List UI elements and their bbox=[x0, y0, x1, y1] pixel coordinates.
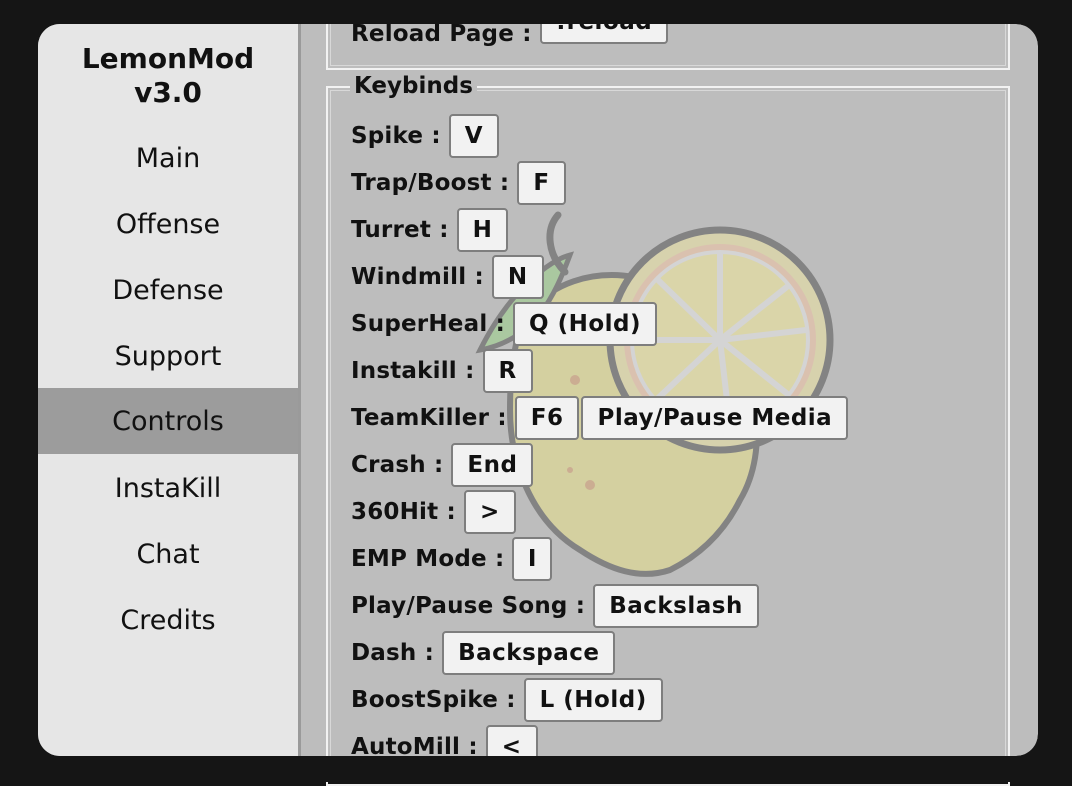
app-title-text: LemonMod v3.0 bbox=[81, 42, 255, 109]
keybind-label: BoostSpike : bbox=[351, 687, 516, 713]
keybind-key-button[interactable]: < bbox=[485, 725, 538, 756]
keybind-row-dash: Dash : Backspace bbox=[351, 631, 616, 675]
keybind-row-spike: Spike : V bbox=[351, 114, 500, 158]
keybind-key-button[interactable]: > bbox=[463, 490, 516, 534]
keybind-label: Windmill : bbox=[351, 264, 484, 290]
keybind-label: 360Hit : bbox=[351, 499, 456, 525]
sidebar-item-label: Controls bbox=[112, 405, 224, 437]
keybind-label: Play/Pause Song : bbox=[351, 593, 586, 619]
sidebar-divider bbox=[298, 24, 301, 756]
sidebar-item-label: Offense bbox=[115, 208, 221, 240]
keybind-label: SuperHeal : bbox=[351, 311, 506, 337]
sidebar-item-controls[interactable]: Controls bbox=[38, 388, 298, 454]
keybind-key-button[interactable]: V bbox=[448, 114, 500, 158]
sidebar-item-label: Chat bbox=[136, 538, 200, 570]
keybind-label: Crash : bbox=[351, 452, 444, 478]
keybind-label: AutoMill : bbox=[351, 734, 478, 756]
keybind-label: Instakill : bbox=[351, 358, 475, 384]
sidebar-item-credits[interactable]: Credits bbox=[38, 587, 298, 653]
keybind-row-emp-mode: EMP Mode : I bbox=[351, 537, 553, 581]
corner-mask bbox=[1016, 734, 1038, 756]
keybind-key-button[interactable]: Backslash bbox=[593, 584, 759, 628]
keybind-row-teamkiller: TeamKiller : F6 Play/Pause Media bbox=[351, 396, 849, 440]
keybind-key-button[interactable]: F6 bbox=[514, 396, 580, 440]
sidebar-item-label: Credits bbox=[120, 604, 216, 636]
keybind-label: Spike : bbox=[351, 123, 441, 149]
keybind-key-button[interactable]: Play/Pause Media bbox=[581, 396, 849, 440]
keybind-key-button[interactable]: F bbox=[517, 161, 566, 205]
sidebar-item-label: Support bbox=[114, 340, 222, 372]
frame-right bbox=[1038, 0, 1072, 782]
keybind-row-boostspike: BoostSpike : L (Hold) bbox=[351, 678, 663, 722]
app-title: LemonMod v3.0 bbox=[38, 42, 298, 110]
keybind-key-button[interactable]: R bbox=[482, 349, 533, 393]
keybind-row-crash: Crash : End bbox=[351, 443, 534, 487]
reload-row: Reload Page : !reload bbox=[351, 0, 669, 47]
sidebar-item-label: Main bbox=[135, 142, 201, 174]
frame-top bbox=[0, 0, 1072, 24]
keybind-label: Trap/Boost : bbox=[351, 170, 510, 196]
keybind-row-play-pause-song: Play/Pause Song : Backslash bbox=[351, 584, 759, 628]
keybind-label: TeamKiller : bbox=[351, 405, 507, 431]
sidebar-item-main[interactable]: Main bbox=[38, 125, 298, 191]
sidebar-item-chat[interactable]: Chat bbox=[38, 521, 298, 587]
keybind-row-trap-boost: Trap/Boost : F bbox=[351, 161, 566, 205]
keybind-row-automill: AutoMill : < bbox=[351, 725, 538, 756]
sidebar-item-label: InstaKill bbox=[114, 472, 222, 504]
sidebar-item-offense[interactable]: Offense bbox=[38, 191, 298, 257]
sidebar: LemonMod v3.0 Main Offense Defense Suppo… bbox=[38, 24, 298, 756]
keybind-row-turret: Turret : H bbox=[351, 208, 509, 252]
keybind-key-button[interactable]: H bbox=[456, 208, 509, 252]
keybind-key-button[interactable]: End bbox=[451, 443, 534, 487]
keybind-label: EMP Mode : bbox=[351, 546, 505, 572]
corner-mask bbox=[1016, 24, 1038, 46]
sidebar-item-defense[interactable]: Defense bbox=[38, 257, 298, 323]
reload-label: Reload Page : bbox=[351, 21, 532, 47]
sidebar-item-support[interactable]: Support bbox=[38, 323, 298, 389]
frame-bottom bbox=[0, 756, 1072, 782]
keybind-key-button[interactable]: N bbox=[491, 255, 544, 299]
keybind-row-instakill: Instakill : R bbox=[351, 349, 533, 393]
keybind-label: Dash : bbox=[351, 640, 435, 666]
keybinds-legend: Keybinds bbox=[350, 72, 477, 100]
sidebar-item-instakill[interactable]: InstaKill bbox=[38, 455, 298, 521]
keybind-label: Turret : bbox=[351, 217, 449, 243]
keybind-row-superheal: SuperHeal : Q (Hold) bbox=[351, 302, 657, 346]
keybind-key-button[interactable]: Q (Hold) bbox=[513, 302, 657, 346]
keybind-row-windmill: Windmill : N bbox=[351, 255, 544, 299]
keybind-key-button[interactable]: L (Hold) bbox=[523, 678, 663, 722]
keybind-row-360hit: 360Hit : > bbox=[351, 490, 516, 534]
sidebar-item-label: Defense bbox=[112, 274, 224, 306]
keybind-key-button[interactable]: Backspace bbox=[442, 631, 616, 675]
keybind-key-button[interactable]: I bbox=[512, 537, 553, 581]
